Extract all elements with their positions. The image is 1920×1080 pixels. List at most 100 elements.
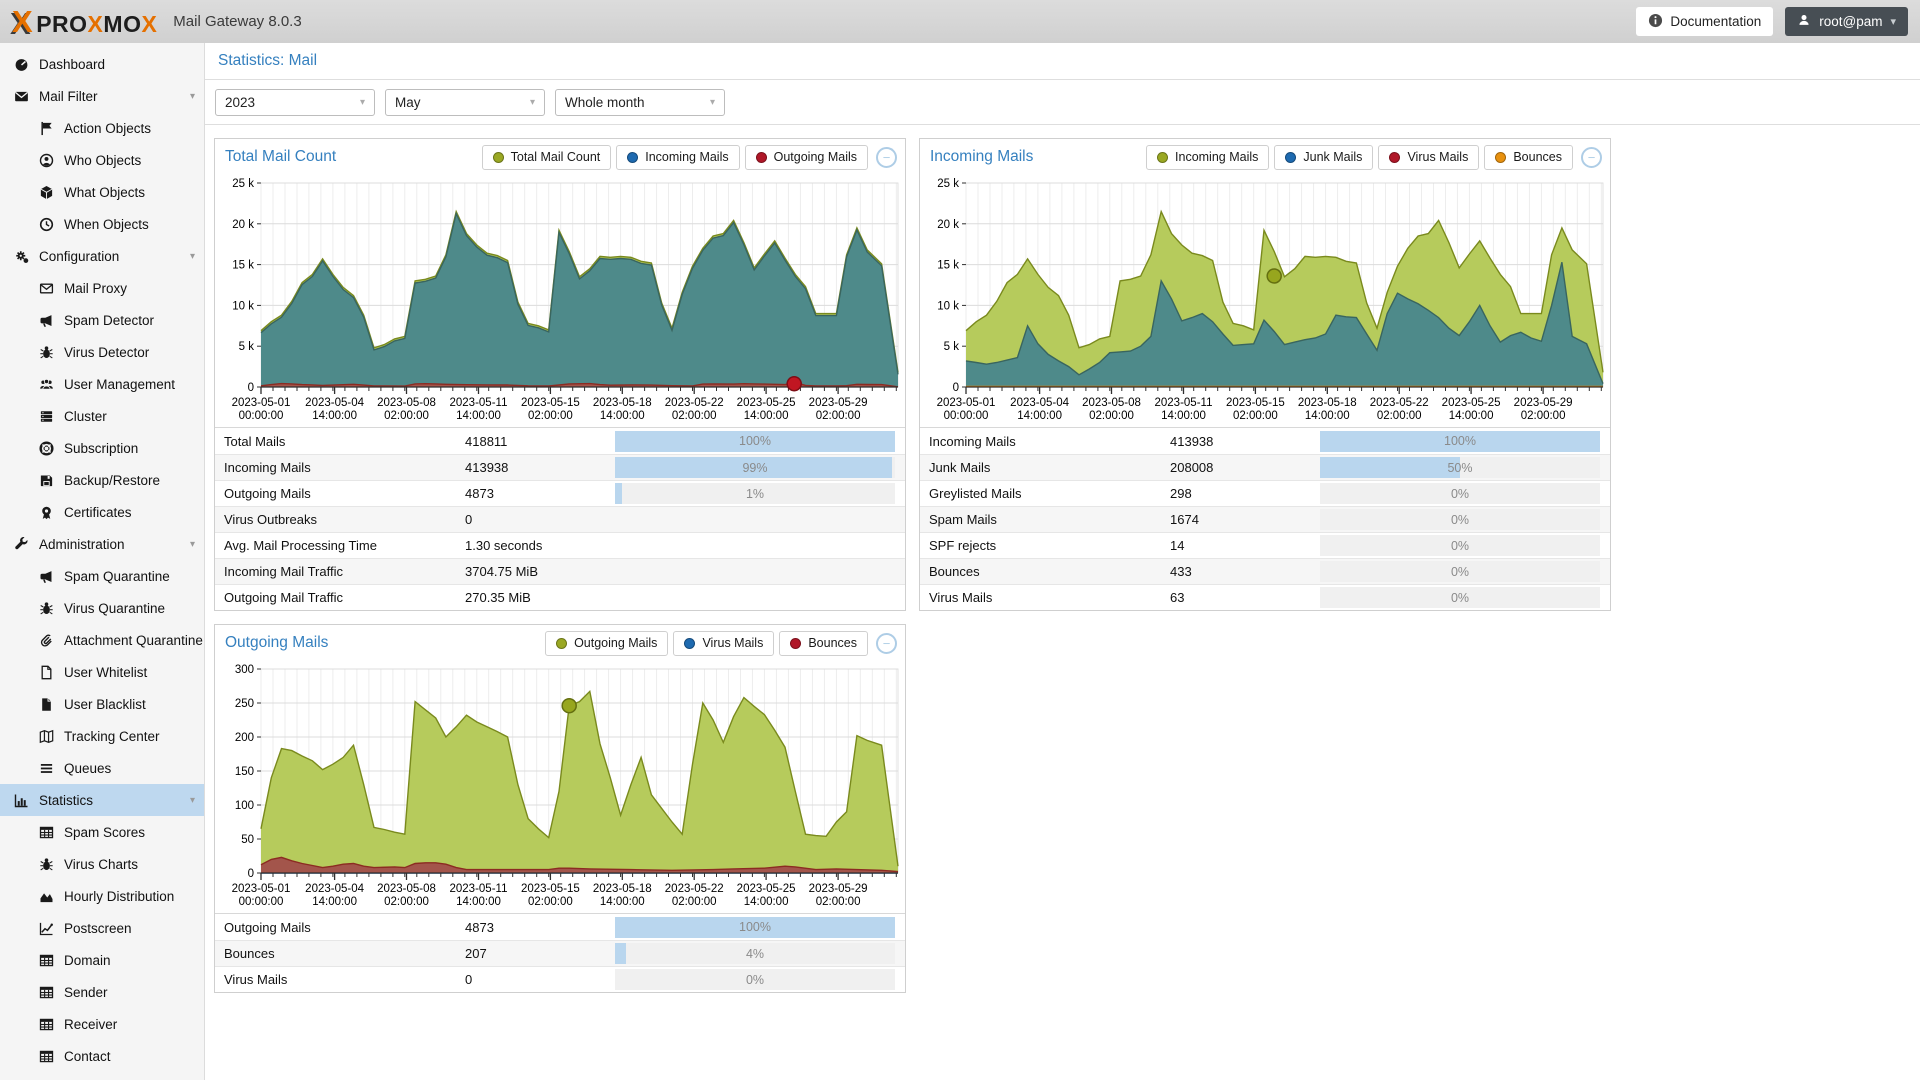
chevron-down-icon: ▾: [190, 539, 195, 550]
sidebar-item-label: Who Objects: [64, 153, 141, 168]
collapse-panel-button[interactable]: −: [1581, 147, 1602, 168]
sidebar-item-subscription[interactable]: Subscription: [0, 432, 204, 464]
stat-label: Outgoing Mails: [215, 486, 465, 501]
sidebar-item-virus-quarantine[interactable]: Virus Quarantine: [0, 592, 204, 624]
sidebar-item-spam-quarantine[interactable]: Spam Quarantine: [0, 560, 204, 592]
sidebar-item-queues[interactable]: Queues: [0, 752, 204, 784]
sidebar-item-user-whitelist[interactable]: User Whitelist: [0, 656, 204, 688]
sidebar-item-tracking-center[interactable]: Tracking Center: [0, 720, 204, 752]
svg-text:0: 0: [248, 382, 254, 394]
percent-bar: 100%: [615, 431, 895, 452]
year-select[interactable]: 2023 ▾: [215, 89, 375, 116]
stat-row-virus-mails: Virus Mails00%: [215, 966, 905, 992]
chevron-down-icon: ▾: [190, 91, 195, 102]
stat-row-bounces: Bounces4330%: [920, 558, 1610, 584]
user-menu-button[interactable]: root@pam ▾: [1785, 7, 1908, 36]
legend-toggle-junk-mails[interactable]: Junk Mails: [1274, 145, 1373, 170]
sidebar-item-mail-proxy[interactable]: Mail Proxy: [0, 272, 204, 304]
percent-value: 99%: [615, 457, 895, 478]
legend-toggle-outgoing-mails[interactable]: Outgoing Mails: [545, 631, 668, 656]
sidebar-item-administration[interactable]: Administration▾: [0, 528, 204, 560]
month-select[interactable]: May ▾: [385, 89, 545, 116]
sidebar-item-user-management[interactable]: User Management: [0, 368, 204, 400]
stat-label: Spam Mails: [920, 512, 1170, 527]
cube-icon: [37, 185, 56, 200]
sidebar-item-label: Domain: [64, 953, 111, 968]
sidebar-item-receiver[interactable]: Receiver: [0, 1008, 204, 1040]
sidebar-item-cluster[interactable]: Cluster: [0, 400, 204, 432]
svg-text:15 k: 15 k: [232, 260, 254, 272]
panel-incoming-mails: Incoming MailsIncoming MailsJunk MailsVi…: [919, 138, 1611, 611]
sidebar-item-certificates[interactable]: Certificates: [0, 496, 204, 528]
legend-toggle-bounces[interactable]: Bounces: [779, 631, 868, 656]
range-select[interactable]: Whole month ▾: [555, 89, 725, 116]
clock-icon: [37, 217, 56, 232]
sidebar-item-statistics[interactable]: Statistics▾: [0, 784, 204, 816]
documentation-button[interactable]: Documentation: [1636, 7, 1773, 36]
svg-text:10 k: 10 k: [232, 300, 254, 312]
sidebar-item-contact[interactable]: Contact: [0, 1040, 204, 1072]
stat-label: Bounces: [215, 946, 465, 961]
file-solid-icon: [37, 697, 56, 712]
legend-toggle-virus-mails[interactable]: Virus Mails: [1378, 145, 1479, 170]
legend-toggle-outgoing-mails[interactable]: Outgoing Mails: [745, 145, 868, 170]
stat-label: Outgoing Mail Traffic: [215, 590, 465, 605]
sidebar-item-when-objects[interactable]: When Objects: [0, 208, 204, 240]
legend-dot-icon: [1157, 152, 1168, 163]
svg-text:14:00:00: 14:00:00: [312, 410, 357, 422]
sidebar-item-postscreen[interactable]: Postscreen: [0, 912, 204, 944]
top-bar: XPROXMOX Mail Gateway 8.0.3 Documentatio…: [0, 0, 1920, 43]
sidebar-item-spam-scores[interactable]: Spam Scores: [0, 816, 204, 848]
svg-text:200: 200: [235, 732, 254, 744]
sidebar-item-virus-detector[interactable]: Virus Detector: [0, 336, 204, 368]
sidebar-item-backup-restore[interactable]: Backup/Restore: [0, 464, 204, 496]
collapse-panel-button[interactable]: −: [876, 147, 897, 168]
svg-text:2023-05-01: 2023-05-01: [937, 397, 996, 409]
sidebar-item-spam-detector[interactable]: Spam Detector: [0, 304, 204, 336]
sidebar-item-label: Receiver: [64, 1017, 117, 1032]
sidebar-item-sender[interactable]: Sender: [0, 976, 204, 1008]
percent-bar: 1%: [615, 483, 895, 504]
sidebar-item-attachment-quarantine[interactable]: Attachment Quarantine: [0, 624, 204, 656]
sidebar-item-mail-filter[interactable]: Mail Filter▾: [0, 80, 204, 112]
legend-toggle-total-mail-count[interactable]: Total Mail Count: [482, 145, 612, 170]
sidebar-item-what-objects[interactable]: What Objects: [0, 176, 204, 208]
filter-toolbar: 2023 ▾ May ▾ Whole month ▾: [205, 80, 1920, 125]
chart-line-icon: [37, 921, 56, 936]
svg-text:10 k: 10 k: [937, 300, 959, 312]
svg-text:2023-05-08: 2023-05-08: [377, 397, 436, 409]
svg-text:2023-05-15: 2023-05-15: [521, 397, 580, 409]
stat-label: Virus Mails: [920, 590, 1170, 605]
legend-toggle-virus-mails[interactable]: Virus Mails: [673, 631, 774, 656]
sidebar-item-virus-charts[interactable]: Virus Charts: [0, 848, 204, 880]
legend-toggle-incoming-mails[interactable]: Incoming Mails: [616, 145, 739, 170]
sidebar-item-label: Queues: [64, 761, 111, 776]
sidebar-item-configuration[interactable]: Configuration▾: [0, 240, 204, 272]
server-icon: [37, 409, 56, 424]
panel-total-mail-count: Total Mail CountTotal Mail CountIncoming…: [214, 138, 906, 611]
percent-bar: 0%: [1320, 535, 1600, 556]
sidebar-item-label: Mail Proxy: [64, 281, 127, 296]
sidebar-item-dashboard[interactable]: Dashboard: [0, 48, 204, 80]
svg-text:02:00:00: 02:00:00: [1521, 410, 1566, 422]
sidebar-item-domain[interactable]: Domain: [0, 944, 204, 976]
collapse-panel-button[interactable]: −: [876, 633, 897, 654]
sidebar-item-who-objects[interactable]: Who Objects: [0, 144, 204, 176]
stat-value: 0: [465, 972, 615, 987]
sidebar-item-hourly-distribution[interactable]: Hourly Distribution: [0, 880, 204, 912]
legend-toggle-bounces[interactable]: Bounces: [1484, 145, 1573, 170]
sidebar-item-user-blacklist[interactable]: User Blacklist: [0, 688, 204, 720]
svg-text:2023-05-08: 2023-05-08: [1082, 397, 1141, 409]
legend-toggle-incoming-mails[interactable]: Incoming Mails: [1146, 145, 1269, 170]
incoming-mails-chart: 2023-05-0100:00:002023-05-0414:00:002023…: [920, 175, 1610, 427]
svg-text:02:00:00: 02:00:00: [384, 896, 429, 908]
svg-text:2023-05-01: 2023-05-01: [232, 397, 291, 409]
documentation-label: Documentation: [1670, 14, 1761, 29]
svg-text:2023-05-18: 2023-05-18: [593, 883, 652, 895]
svg-text:14:00:00: 14:00:00: [744, 410, 789, 422]
svg-text:2023-05-22: 2023-05-22: [1370, 397, 1429, 409]
sidebar-item-action-objects[interactable]: Action Objects: [0, 112, 204, 144]
panel-header: Outgoing MailsOutgoing MailsVirus MailsB…: [215, 625, 905, 661]
floppy-icon: [37, 473, 56, 488]
svg-text:2023-05-25: 2023-05-25: [737, 883, 796, 895]
